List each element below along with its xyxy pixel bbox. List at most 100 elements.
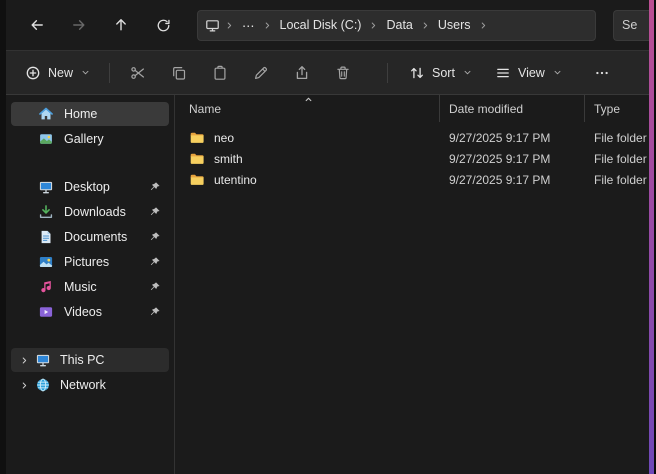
type-cell: File folder — [585, 173, 649, 187]
file-name: utentino — [214, 173, 257, 187]
breadcrumb-overflow[interactable]: ⋯ — [236, 15, 261, 36]
pin-icon — [149, 281, 161, 293]
new-button[interactable]: New — [16, 57, 100, 89]
back-button[interactable] — [20, 9, 54, 41]
chevron-right-icon[interactable] — [420, 20, 431, 31]
breadcrumb-item-data[interactable]: Data — [380, 15, 418, 35]
back-arrow-icon — [29, 17, 45, 33]
pin-icon — [149, 206, 161, 218]
rename-button[interactable] — [242, 57, 279, 89]
sidebar-item-gallery[interactable]: Gallery — [11, 127, 169, 151]
sidebar-gap — [6, 325, 174, 347]
chevron-right-icon[interactable] — [224, 20, 235, 31]
sidebar-item-videos[interactable]: Videos — [11, 300, 169, 324]
sidebar-item-label: Gallery — [64, 132, 104, 146]
copy-icon — [171, 65, 187, 81]
share-button[interactable] — [283, 57, 320, 89]
delete-button[interactable] — [324, 57, 361, 89]
plus-circle-icon — [25, 65, 41, 81]
sidebar-item-home[interactable]: Home — [11, 102, 169, 126]
ellipsis-icon — [594, 65, 610, 81]
pictures-icon — [38, 254, 54, 270]
search-text: Se — [622, 18, 637, 32]
breadcrumb-item-local-disk[interactable]: Local Disk (C:) — [274, 15, 368, 35]
chevron-down-icon — [80, 67, 91, 78]
breadcrumb-item-users[interactable]: Users — [432, 15, 477, 35]
sort-button-label: Sort — [432, 66, 455, 80]
file-rows: neo 9/27/2025 9:17 PM File folder smith … — [175, 127, 649, 190]
network-icon — [35, 377, 51, 393]
gallery-icon — [38, 131, 54, 147]
sidebar-item-desktop[interactable]: Desktop — [11, 175, 169, 199]
command-bar: New Sort View — [6, 50, 649, 95]
sidebar-gap — [6, 152, 174, 174]
search-input[interactable]: Se — [613, 10, 649, 41]
trash-icon — [335, 65, 351, 81]
pin-icon — [149, 306, 161, 318]
new-button-label: New — [48, 66, 73, 80]
column-label: Name — [189, 102, 221, 116]
sidebar-item-pictures[interactable]: Pictures — [11, 250, 169, 274]
file-row-smith[interactable]: smith 9/27/2025 9:17 PM File folder — [175, 148, 649, 169]
file-list: Name Date modified Type neo 9/27/2025 9:… — [175, 95, 649, 474]
clipboard-icon — [212, 65, 228, 81]
sidebar-item-network[interactable]: Network — [11, 373, 169, 397]
column-header-date-modified[interactable]: Date modified — [440, 95, 585, 122]
forward-button[interactable] — [62, 9, 96, 41]
column-header-type[interactable]: Type — [585, 95, 649, 122]
chevron-right-icon[interactable] — [368, 20, 379, 31]
navigation-bar: ⋯ Local Disk (C:) Data Users Se — [6, 0, 649, 50]
expand-chevron-icon[interactable] — [19, 380, 30, 391]
column-headers: Name Date modified Type — [175, 95, 649, 122]
file-row-neo[interactable]: neo 9/27/2025 9:17 PM File folder — [175, 127, 649, 148]
pin-icon — [149, 181, 161, 193]
sidebar-item-music[interactable]: Music — [11, 275, 169, 299]
see-more-button[interactable] — [584, 57, 621, 89]
toolbar-separator — [387, 63, 388, 83]
chevron-right-icon[interactable] — [262, 20, 273, 31]
sort-button[interactable]: Sort — [400, 57, 482, 89]
sidebar-item-label: Downloads — [64, 205, 126, 219]
sidebar-item-label: Home — [64, 107, 97, 121]
sidebar-item-label: Music — [64, 280, 97, 294]
sidebar-item-label: This PC — [60, 353, 104, 367]
forward-arrow-icon — [71, 17, 87, 33]
this-pc-icon — [205, 18, 220, 33]
sort-ascending-icon — [303, 94, 314, 105]
copy-button[interactable] — [160, 57, 197, 89]
downloads-icon — [38, 204, 54, 220]
rename-pencil-icon — [253, 65, 269, 81]
explorer-body: Home Gallery Desktop Downloads Documents — [6, 95, 649, 474]
cut-button[interactable] — [119, 57, 156, 89]
refresh-button[interactable] — [146, 9, 180, 41]
sidebar-item-label: Videos — [64, 305, 102, 319]
file-explorer-window: ⋯ Local Disk (C:) Data Users Se New Sort — [6, 0, 649, 474]
view-button[interactable]: View — [486, 57, 572, 89]
address-bar[interactable]: ⋯ Local Disk (C:) Data Users — [197, 10, 596, 41]
expand-chevron-icon[interactable] — [19, 355, 30, 366]
sidebar-item-downloads[interactable]: Downloads — [11, 200, 169, 224]
window-edge-accent — [649, 0, 654, 474]
sidebar-item-this-pc[interactable]: This PC — [11, 348, 169, 372]
documents-icon — [38, 229, 54, 245]
scissors-icon — [130, 65, 146, 81]
chevron-right-icon[interactable] — [478, 20, 489, 31]
date-cell: 9/27/2025 9:17 PM — [440, 152, 585, 166]
sidebar-item-label: Desktop — [64, 180, 110, 194]
sidebar-item-documents[interactable]: Documents — [11, 225, 169, 249]
chevron-down-icon — [552, 67, 563, 78]
refresh-icon — [156, 18, 171, 33]
music-icon — [38, 279, 54, 295]
file-row-utentino[interactable]: utentino 9/27/2025 9:17 PM File folder — [175, 169, 649, 190]
sidebar-item-label: Documents — [64, 230, 127, 244]
up-button[interactable] — [104, 9, 138, 41]
file-name: neo — [214, 131, 234, 145]
name-cell: utentino — [175, 172, 440, 188]
folder-icon — [189, 151, 205, 167]
chevron-down-icon — [462, 67, 473, 78]
column-label: Type — [594, 102, 620, 116]
column-label: Date modified — [449, 102, 523, 116]
folder-icon — [189, 130, 205, 146]
paste-button[interactable] — [201, 57, 238, 89]
home-icon — [38, 106, 54, 122]
